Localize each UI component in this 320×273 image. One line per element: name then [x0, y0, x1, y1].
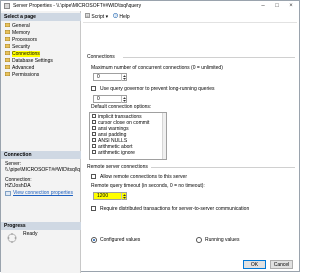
minimize-button[interactable]: – [257, 2, 269, 10]
running-values-radio[interactable] [196, 237, 202, 243]
max-connections-label: Maximum number of concurrent connections… [91, 65, 223, 71]
maximize-button[interactable]: □ [271, 2, 283, 10]
list-item[interactable]: arithmetic ignore [92, 149, 135, 156]
connection-header: Connection [1, 151, 81, 159]
page-item-database-settings[interactable]: Database Settings [5, 57, 79, 64]
window-title: Server Properties - \\.\pipe\MICROSOFT##… [13, 3, 142, 9]
remote-timeout-stepper[interactable]: 1200 [93, 192, 127, 200]
connection-value: HZ\JoshDA [5, 183, 31, 189]
page-item-permissions[interactable]: Permissions [5, 71, 79, 78]
page-item-general[interactable]: General [5, 22, 79, 29]
option-checkbox[interactable] [92, 143, 96, 148]
ok-button[interactable]: OK [243, 260, 266, 269]
remote-group-label: Remote server connections [87, 164, 148, 170]
max-connections-stepper[interactable]: 0 [93, 73, 127, 81]
chevron-down-icon: ▾ [105, 14, 109, 20]
progress-header: Progress [1, 222, 81, 230]
require-distributed-label: Require distributed transactions for ser… [100, 206, 250, 212]
query-governor-checkbox[interactable] [91, 86, 96, 91]
option-checkbox[interactable] [92, 113, 96, 118]
title-bar: Server Properties - \\.\pipe\MICROSOFT##… [1, 1, 299, 11]
connections-group-line [123, 57, 295, 58]
remote-timeout-label: Remote query timeout (in seconds, 0 = no… [91, 183, 205, 189]
default-options-list[interactable]: implicit transactions cursor close on co… [89, 112, 167, 160]
page-item-advanced[interactable]: Advanced [5, 64, 79, 71]
allow-remote-checkbox[interactable] [91, 174, 96, 179]
connections-group-label: Connections [87, 54, 115, 60]
query-governor-label: Use query governor to prevent long-runni… [100, 86, 215, 92]
stepper-arrows-icon[interactable] [121, 74, 126, 81]
default-options-label: Default connection options: [91, 104, 152, 110]
page-icon [5, 57, 10, 62]
dialog-footer: OK Cancel [1, 258, 299, 272]
cancel-button[interactable]: Cancel [270, 260, 293, 269]
page-icon [5, 64, 10, 69]
window-icon [4, 3, 10, 9]
help-icon: ? [113, 13, 118, 18]
stepper-arrows-icon[interactable] [121, 193, 126, 200]
page-item-processors[interactable]: Processors [5, 36, 79, 43]
list-scrollbar[interactable] [162, 113, 166, 159]
option-checkbox[interactable] [92, 125, 96, 130]
properties-link-icon [5, 191, 11, 196]
ready-spinner-icon [7, 233, 17, 243]
option-checkbox[interactable] [92, 149, 96, 154]
help-button[interactable]: ? Help [113, 13, 130, 21]
option-checkbox[interactable] [92, 137, 96, 142]
view-connection-properties-link[interactable]: View connection properties [13, 190, 73, 196]
script-button[interactable]: Script ▾ [85, 13, 108, 21]
require-distributed-checkbox[interactable] [91, 206, 96, 211]
page-icon [5, 50, 10, 55]
configured-values-label: Configured values [100, 237, 141, 243]
toolbar-separator [83, 22, 297, 23]
running-values-label: Running values [205, 237, 240, 243]
page-item-connections[interactable]: Connections [5, 50, 79, 57]
server-value: \\.\pipe\MICROSOFT##WID\tsql\q [5, 167, 81, 173]
toolbar: Script ▾ ? Help [83, 13, 293, 21]
progress-status: Ready [23, 231, 38, 237]
page-icon [5, 71, 10, 76]
remote-group-line [151, 167, 295, 168]
left-pane: Select a page General Memory Processors … [1, 11, 81, 273]
server-properties-window: Server Properties - \\.\pipe\MICROSOFT##… [0, 0, 300, 273]
page-icon [5, 36, 10, 41]
script-icon [85, 13, 90, 18]
page-item-security[interactable]: Security [5, 43, 79, 50]
option-checkbox[interactable] [92, 131, 96, 136]
select-page-header: Select a page [1, 13, 81, 21]
option-checkbox[interactable] [92, 119, 96, 124]
page-icon [5, 29, 10, 34]
page-icon [5, 22, 10, 27]
configured-values-radio[interactable] [91, 237, 97, 243]
page-icon [5, 43, 10, 48]
query-governor-stepper[interactable]: 0 [93, 95, 127, 103]
stepper-arrows-icon[interactable] [121, 96, 126, 103]
close-button[interactable]: × [285, 2, 297, 10]
allow-remote-label: Allow remote connections to this server [100, 174, 187, 180]
page-item-memory[interactable]: Memory [5, 29, 79, 36]
